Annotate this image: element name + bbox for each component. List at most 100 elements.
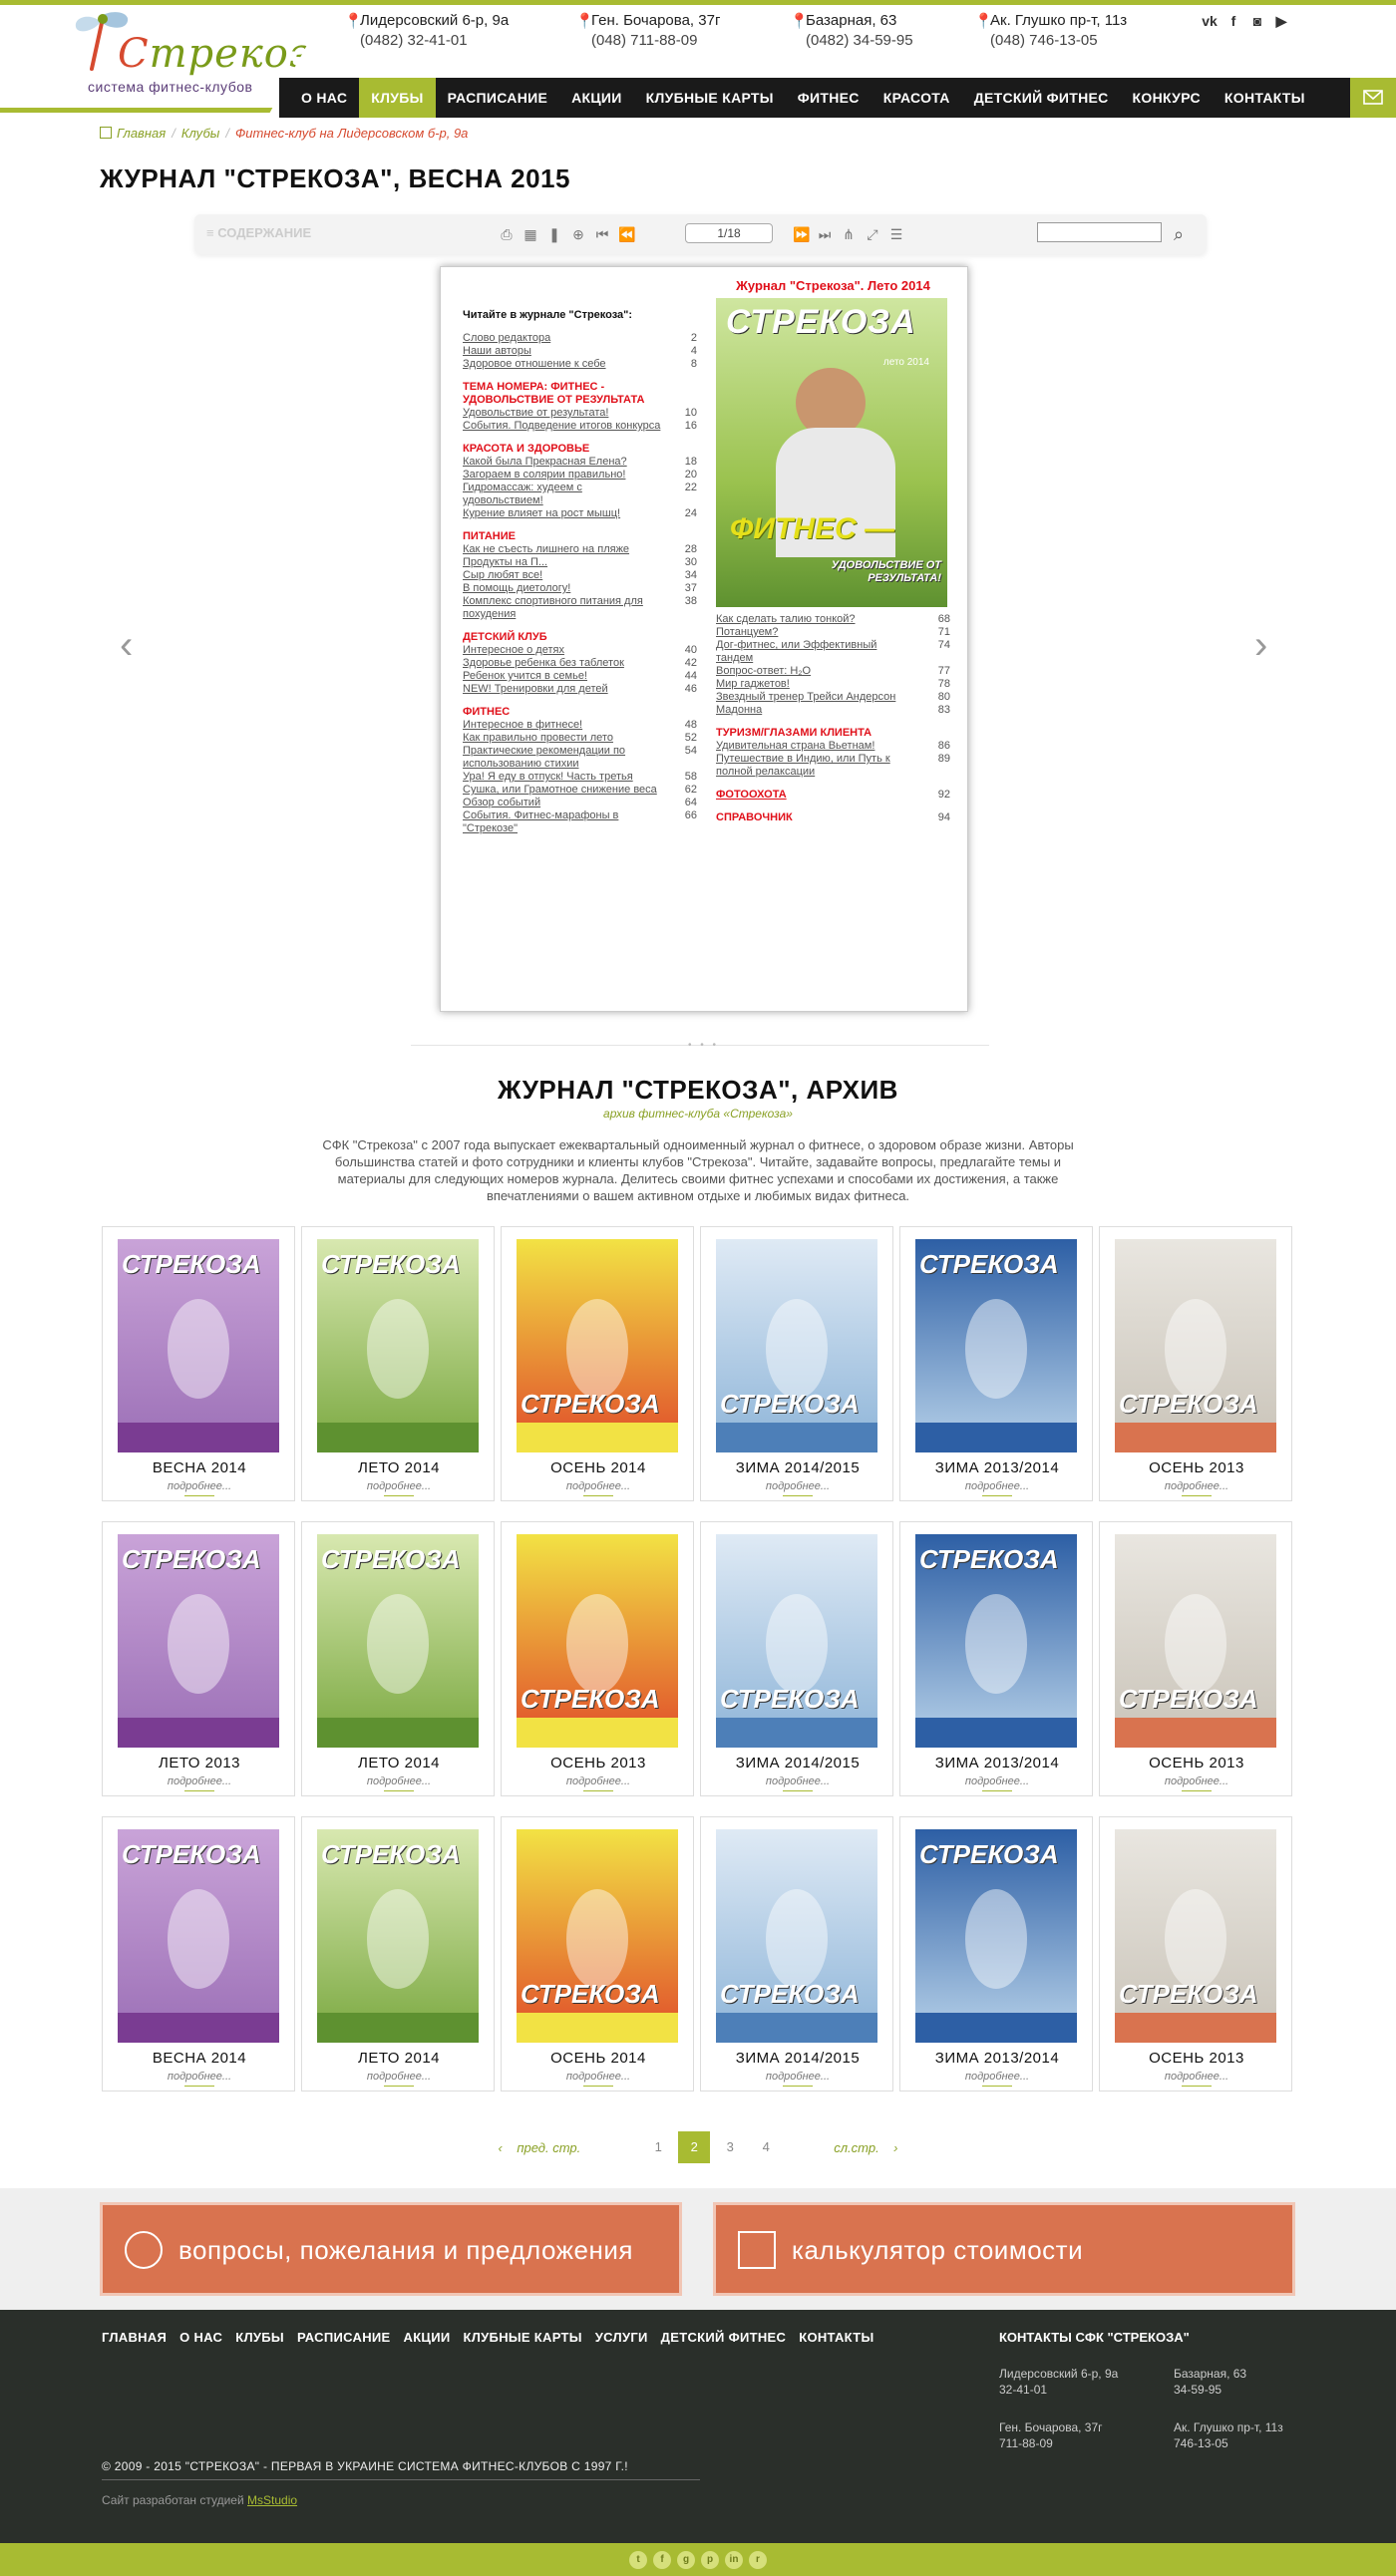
archive-cover-image[interactable]: СТРЕКОЗА (1115, 1829, 1276, 2043)
toc-entry-title[interactable]: Сушка, или Грамотное снижение веса (463, 784, 662, 797)
archive-card-more-link[interactable]: подробнее... (502, 1775, 695, 1791)
search-input[interactable] (1037, 222, 1162, 242)
nav-item[interactable]: АКЦИИ (559, 78, 634, 118)
archive-cover-image[interactable]: СТРЕКОЗА (317, 1239, 479, 1452)
archive-cover-image[interactable]: СТРЕКОЗА (716, 1829, 877, 2043)
toc-entry[interactable]: Ребенок учится в семье! 44 (463, 670, 697, 683)
calculator-button[interactable]: калькулятор стоимости (713, 2202, 1295, 2296)
archive-card-more-link[interactable]: подробнее... (1100, 2071, 1293, 2087)
footer-nav-item[interactable]: О НАС (179, 2330, 222, 2345)
toc-entry-title[interactable]: В помощь диетологу! (463, 582, 662, 595)
toc-entry-title[interactable]: Наши авторы (463, 345, 662, 358)
toc-entry-title[interactable]: Обзор событий (463, 797, 662, 809)
archive-card-title[interactable]: ЗИМА 2014/2015 (701, 1755, 894, 1771)
archive-card[interactable]: СТРЕКОЗА ЗИМА 2014/2015 подробнее... (700, 1521, 893, 1796)
archive-card-more-link[interactable]: подробнее... (900, 1480, 1094, 1496)
toc-entry-title[interactable]: Дог-фитнес, или Эффективный тандем (716, 639, 915, 665)
toc-entry-title[interactable]: Ура! Я еду в отпуск! Часть третья (463, 771, 662, 784)
linkedin-icon[interactable]: in (725, 2550, 743, 2569)
toc-entry[interactable]: Мир гаджетов! 78 (716, 678, 950, 691)
toc-entry-title[interactable]: Удовольствие от результата! (463, 407, 662, 420)
archive-card-title[interactable]: ЛЕТО 2014 (302, 2050, 496, 2067)
toc-entry-title[interactable]: Интересное о детях (463, 644, 662, 657)
footer-nav-item[interactable]: УСЛУГИ (595, 2330, 648, 2345)
bookmark-icon[interactable]: ❚ (546, 226, 562, 242)
toc-entry[interactable]: Наши авторы 4 (463, 345, 697, 358)
contact-phone[interactable]: (048) 711-88-09 (575, 31, 785, 51)
archive-card-title[interactable]: ОСЕНЬ 2013 (1100, 1459, 1293, 1476)
archive-card-more-link[interactable]: подробнее... (900, 1775, 1094, 1791)
toc-entry-title[interactable]: Слово редактора (463, 332, 662, 345)
archive-card-more-link[interactable]: подробнее... (701, 1775, 894, 1791)
nav-item[interactable]: КЛУБНЫЕ КАРТЫ (634, 78, 786, 118)
toc-entry[interactable]: События. Фитнес-марафоны в "Стрекозе" 66 (463, 809, 697, 835)
nav-item[interactable]: КОНКУРС (1121, 78, 1213, 118)
toc-entry[interactable]: Здоровье ребенка без таблеток 42 (463, 657, 697, 670)
page-link[interactable]: 3 (714, 2131, 746, 2163)
archive-card[interactable]: СТРЕКОЗА ЛЕТО 2013 подробнее... (102, 1521, 295, 1796)
toc-entry-title[interactable]: Мадонна (716, 704, 915, 717)
toc-entry[interactable]: События. Подведение итогов конкурса 16 (463, 420, 697, 433)
toc-entry-title[interactable]: Ребенок учится в семье! (463, 670, 662, 683)
archive-cover-image[interactable]: СТРЕКОЗА (915, 1534, 1077, 1748)
toc-entry[interactable]: Как не съесть лишнего на пляже 28 (463, 543, 697, 556)
next-page-link[interactable]: сл.стр. › (834, 2140, 897, 2155)
page-link[interactable]: 4 (750, 2131, 782, 2163)
archive-card-more-link[interactable]: подробнее... (103, 1480, 296, 1496)
toc-entry-title[interactable]: Курение влияет на рост мышц! (463, 507, 662, 520)
next-page-icon[interactable]: ⏩ (793, 226, 810, 242)
toc-entry-title[interactable]: Потанцуем? (716, 626, 915, 639)
toc-entry-title[interactable]: Вопрос-ответ: H₂O (716, 665, 915, 678)
toc-entry-title[interactable]: Гидромассаж: худеем с удовольствием! (463, 482, 662, 507)
toc-entry-title[interactable]: События. Подведение итогов конкурса (463, 420, 662, 433)
nav-item[interactable]: РАСПИСАНИЕ (436, 78, 560, 118)
archive-card-more-link[interactable]: подробнее... (701, 1480, 894, 1496)
share-icon[interactable]: ⋔ (841, 226, 857, 242)
vk-icon[interactable]: vk (1202, 13, 1218, 29)
archive-cover-image[interactable]: СТРЕКОЗА (1115, 1239, 1276, 1452)
archive-card[interactable]: СТРЕКОЗА ВЕСНА 2014 подробнее... (102, 1226, 295, 1501)
youtube-icon[interactable]: ▶ (1273, 13, 1289, 29)
logo[interactable]: Стрекоза система фитнес-клубов (70, 9, 329, 99)
toc-entry-title[interactable]: Интересное в фитнесе! (463, 719, 662, 732)
archive-card-more-link[interactable]: подробнее... (103, 2071, 296, 2087)
toc-entry[interactable]: Здоровое отношение к себе 8 (463, 358, 697, 371)
toc-entry[interactable]: Удовольствие от результата! 10 (463, 407, 697, 420)
footer-nav-item[interactable]: КЛУБЫ (235, 2330, 284, 2345)
search-icon[interactable]: ⌕ (1174, 224, 1184, 245)
footer-nav-item[interactable]: КОНТАКТЫ (799, 2330, 873, 2345)
toc-entry[interactable]: Удивительная страна Вьетнам! 86 (716, 740, 950, 753)
archive-cover-image[interactable]: СТРЕКОЗА (716, 1534, 877, 1748)
archive-card-title[interactable]: ЗИМА 2013/2014 (900, 1755, 1094, 1771)
toc-entry-title[interactable]: Удивительная страна Вьетнам! (716, 740, 915, 753)
toc-entry[interactable]: Потанцуем? 71 (716, 626, 950, 639)
home-icon[interactable] (100, 127, 112, 139)
toc-entry[interactable]: Как правильно провести лето 52 (463, 732, 697, 745)
toc-entry-title[interactable]: Звездный тренер Трейси Андерсон (716, 691, 915, 704)
archive-card-more-link[interactable]: подробнее... (701, 2071, 894, 2087)
page-link-current[interactable]: 2 (678, 2131, 711, 2163)
toc-entry-title[interactable]: Путешествие в Индию, или Путь к полной р… (716, 753, 915, 779)
contact-phone[interactable]: (048) 746-13-05 (974, 31, 1184, 51)
thumbnails-icon[interactable]: ▦ (523, 226, 538, 242)
archive-card-more-link[interactable]: подробнее... (302, 2071, 496, 2087)
feedback-button[interactable]: вопросы, пожелания и предложения (100, 2202, 682, 2296)
footer-nav-item[interactable]: РАСПИСАНИЕ (297, 2330, 391, 2345)
archive-card-title[interactable]: ЗИМА 2014/2015 (701, 1459, 894, 1476)
toc-entry[interactable]: Сыр любят все! 34 (463, 569, 697, 582)
toc-entry[interactable]: Курение влияет на рост мышц! 24 (463, 507, 697, 520)
toc-entry[interactable]: В помощь диетологу! 37 (463, 582, 697, 595)
archive-card-title[interactable]: ЗИМА 2014/2015 (701, 2050, 894, 2067)
archive-card-more-link[interactable]: подробнее... (103, 1775, 296, 1791)
archive-card-title[interactable]: ОСЕНЬ 2014 (502, 2050, 695, 2067)
toc-entry[interactable]: Гидромассаж: худеем с удовольствием! 22 (463, 482, 697, 507)
archive-card-title[interactable]: ЛЕТО 2014 (302, 1459, 496, 1476)
facebook-icon[interactable]: f (653, 2550, 671, 2569)
archive-cover-image[interactable]: СТРЕКОЗА (517, 1534, 678, 1748)
toc-entry[interactable]: Дог-фитнес, или Эффективный тандем 74 (716, 639, 950, 665)
archive-card-more-link[interactable]: подробнее... (502, 2071, 695, 2087)
toc-entry-title[interactable]: Как не съесть лишнего на пляже (463, 543, 662, 556)
archive-card[interactable]: СТРЕКОЗА ЗИМА 2014/2015 подробнее... (700, 1226, 893, 1501)
toc-entry-title[interactable]: Мир гаджетов! (716, 678, 915, 691)
twitter-icon[interactable]: t (629, 2550, 647, 2569)
